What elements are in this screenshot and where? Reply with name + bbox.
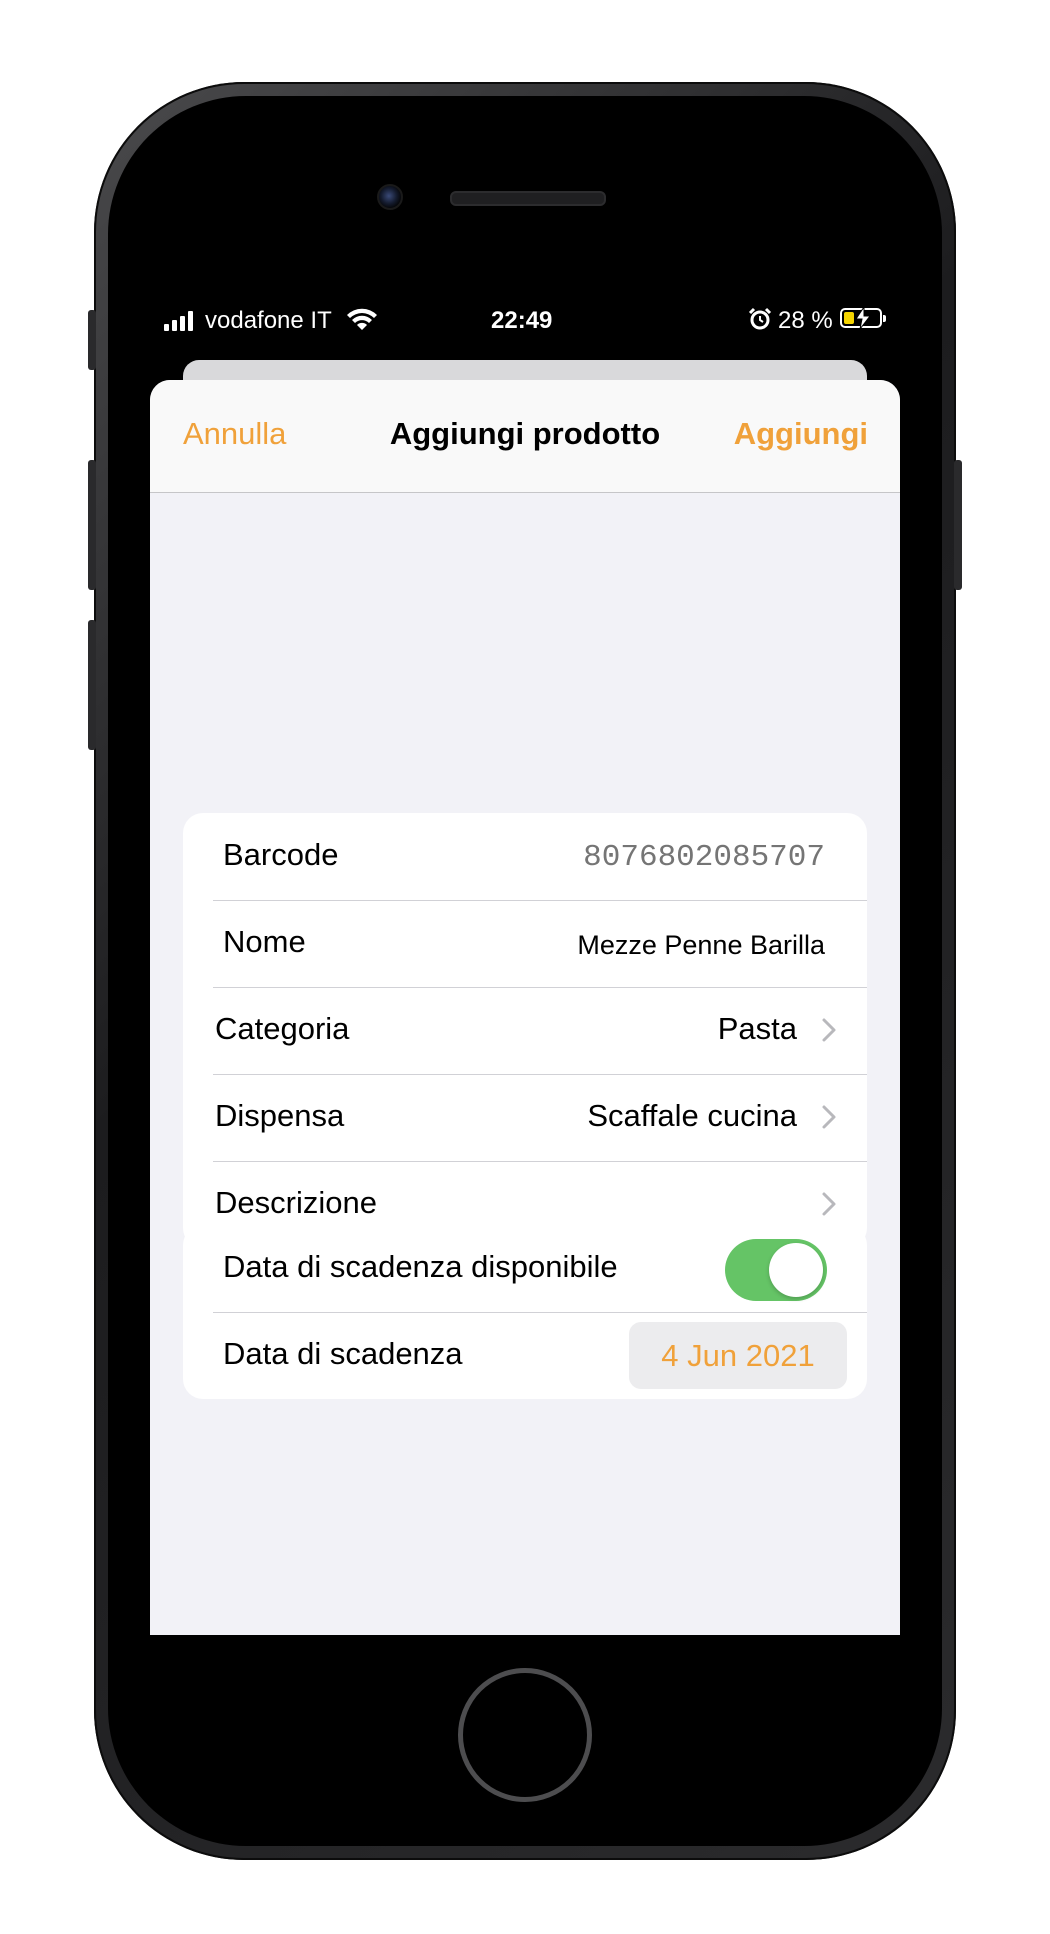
chevron-right-icon xyxy=(822,1192,836,1216)
wifi-icon xyxy=(347,308,377,330)
add-button[interactable]: Aggiungi xyxy=(734,416,868,452)
name-label: Nome xyxy=(223,924,306,959)
battery-percent: 28 % xyxy=(778,307,833,334)
expiry-available-toggle[interactable] xyxy=(725,1239,827,1301)
navigation-bar: Annulla Aggiungi prodotto Aggiungi xyxy=(150,380,900,493)
description-label: Descrizione xyxy=(215,1185,377,1220)
toggle-knob xyxy=(769,1243,823,1297)
add-product-sheet: Annulla Aggiungi prodotto Aggiungi Barco… xyxy=(150,380,900,1635)
expiry-date-row: Data di scadenza 4 Jun 2021 xyxy=(183,1312,867,1399)
volume-up-button xyxy=(88,460,96,590)
barcode-row: Barcode xyxy=(183,813,867,900)
earpiece-speaker xyxy=(450,191,606,206)
screen: vodafone IT 22:49 28 % Annulla Aggiungi … xyxy=(150,298,900,1635)
pantry-label: Dispensa xyxy=(215,1098,345,1133)
expiry-available-label: Data di scadenza disponibile xyxy=(223,1249,618,1284)
front-camera xyxy=(377,184,403,210)
product-details-group: Barcode Nome Categoria Pasta Dispensa xyxy=(183,813,867,1248)
battery-charging-icon xyxy=(840,307,886,329)
status-bar: vodafone IT 22:49 28 % xyxy=(150,298,900,342)
chevron-right-icon xyxy=(822,1018,836,1042)
pantry-value: Scaffale cucina xyxy=(587,1098,797,1133)
barcode-label: Barcode xyxy=(223,837,339,872)
alarm-icon xyxy=(748,307,772,330)
barcode-input[interactable] xyxy=(505,840,825,875)
status-time: 22:49 xyxy=(491,307,553,334)
expiry-date-picker[interactable]: 4 Jun 2021 xyxy=(629,1322,847,1389)
name-row: Nome xyxy=(183,900,867,987)
cancel-button[interactable]: Annulla xyxy=(183,416,286,452)
expiry-group: Data di scadenza disponibile Data di sca… xyxy=(183,1225,867,1399)
pantry-row[interactable]: Dispensa Scaffale cucina xyxy=(183,1074,867,1161)
expiry-date-label: Data di scadenza xyxy=(223,1336,463,1371)
power-button xyxy=(954,460,962,590)
expiry-available-row: Data di scadenza disponibile xyxy=(183,1225,867,1312)
category-row[interactable]: Categoria Pasta xyxy=(183,987,867,1074)
home-button[interactable] xyxy=(458,1668,592,1802)
category-value: Pasta xyxy=(717,1011,797,1046)
carrier-name: vodafone IT xyxy=(205,307,332,334)
chevron-right-icon xyxy=(822,1105,836,1129)
category-label: Categoria xyxy=(215,1011,350,1046)
name-input[interactable] xyxy=(465,930,825,961)
silent-switch xyxy=(88,310,96,370)
volume-down-button xyxy=(88,620,96,750)
